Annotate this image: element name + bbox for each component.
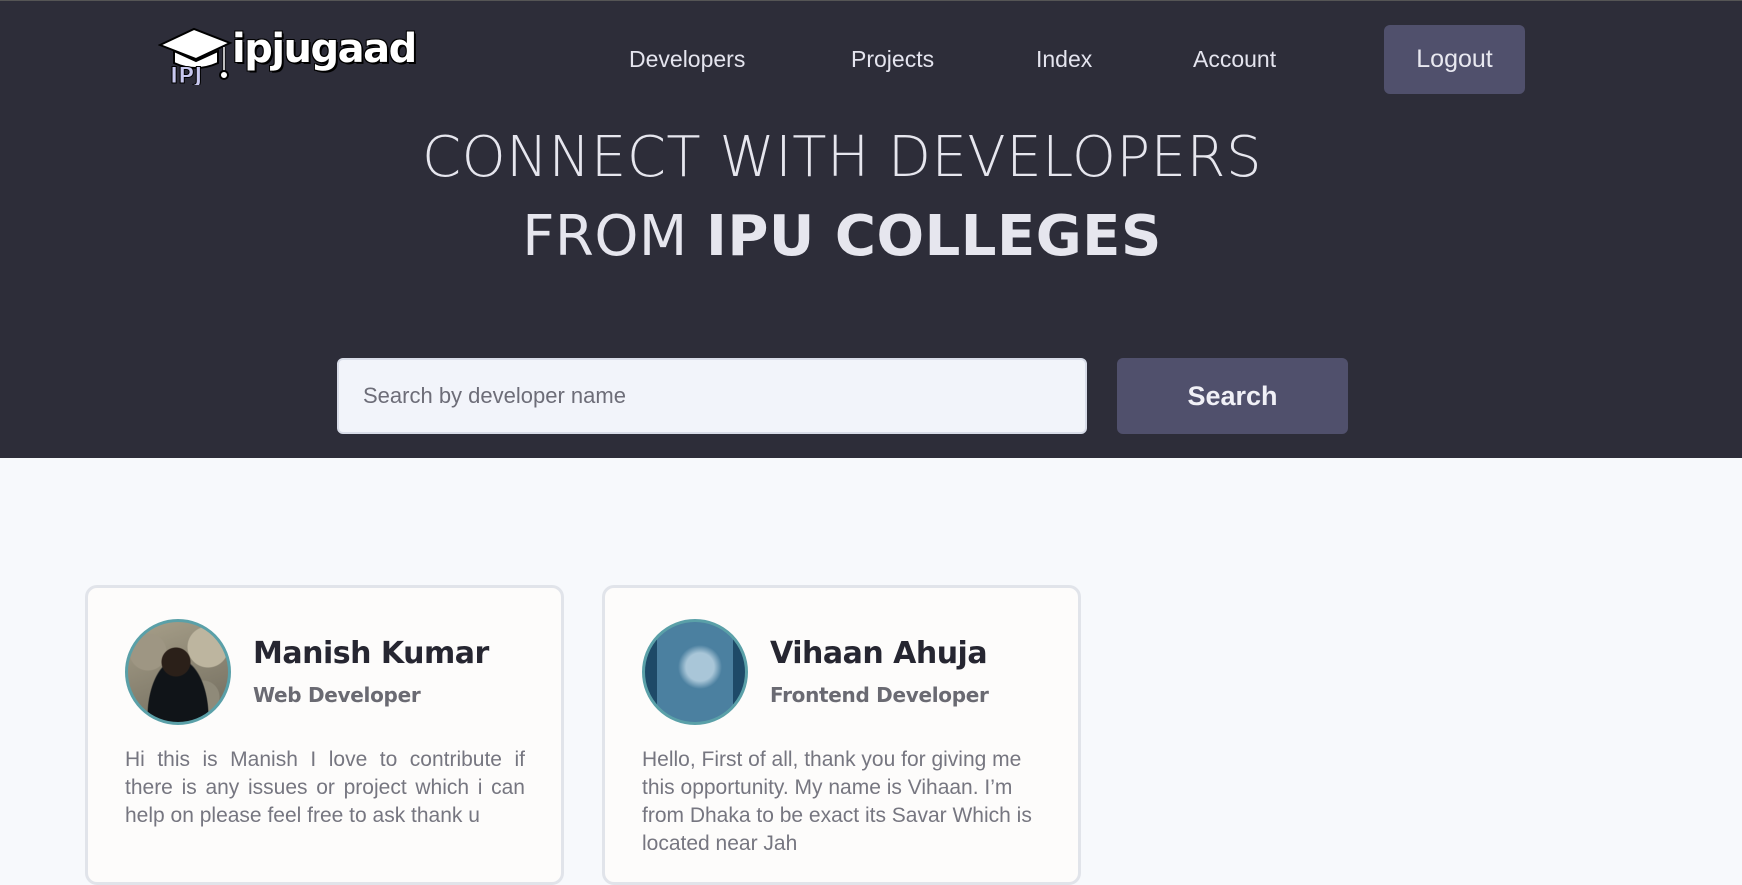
site-header: IPJ ipjugaad Developers Projects Index A… bbox=[0, 0, 1742, 458]
developer-name: Manish Kumar bbox=[253, 636, 489, 671]
nav-link-account[interactable]: Account bbox=[1193, 25, 1276, 94]
nav-link-developers[interactable]: Developers bbox=[629, 25, 745, 94]
hero-title-line-1: CONNECT WITH DEVELOPERS bbox=[421, 125, 1263, 190]
logout-button[interactable]: Logout bbox=[1384, 25, 1525, 94]
developer-name: Vihaan Ahuja bbox=[770, 636, 988, 671]
developer-role: Web Developer bbox=[253, 683, 421, 707]
search-button[interactable]: Search bbox=[1117, 358, 1348, 434]
developer-role: Frontend Developer bbox=[770, 683, 989, 707]
developer-search-input[interactable] bbox=[337, 358, 1087, 434]
avatar bbox=[642, 619, 748, 725]
developer-card[interactable]: Manish Kumar Web Developer Hi this is Ma… bbox=[85, 585, 564, 885]
developer-card[interactable]: Vihaan Ahuja Frontend Developer Hello, F… bbox=[602, 585, 1081, 885]
developer-bio: Hello, First of all, thank you for givin… bbox=[642, 748, 1032, 855]
developer-bio: Hi this is Manish I love to contribute i… bbox=[125, 748, 525, 827]
hero-title-line-2: FROM IPU COLLEGES bbox=[0, 204, 1684, 269]
hero-title-highlight: IPU COLLEGES bbox=[706, 204, 1162, 269]
avatar bbox=[125, 619, 231, 725]
nav-link-projects[interactable]: Projects bbox=[851, 25, 934, 94]
hero-title-prefix: FROM bbox=[522, 204, 707, 269]
nav-link-index[interactable]: Index bbox=[1036, 25, 1092, 94]
